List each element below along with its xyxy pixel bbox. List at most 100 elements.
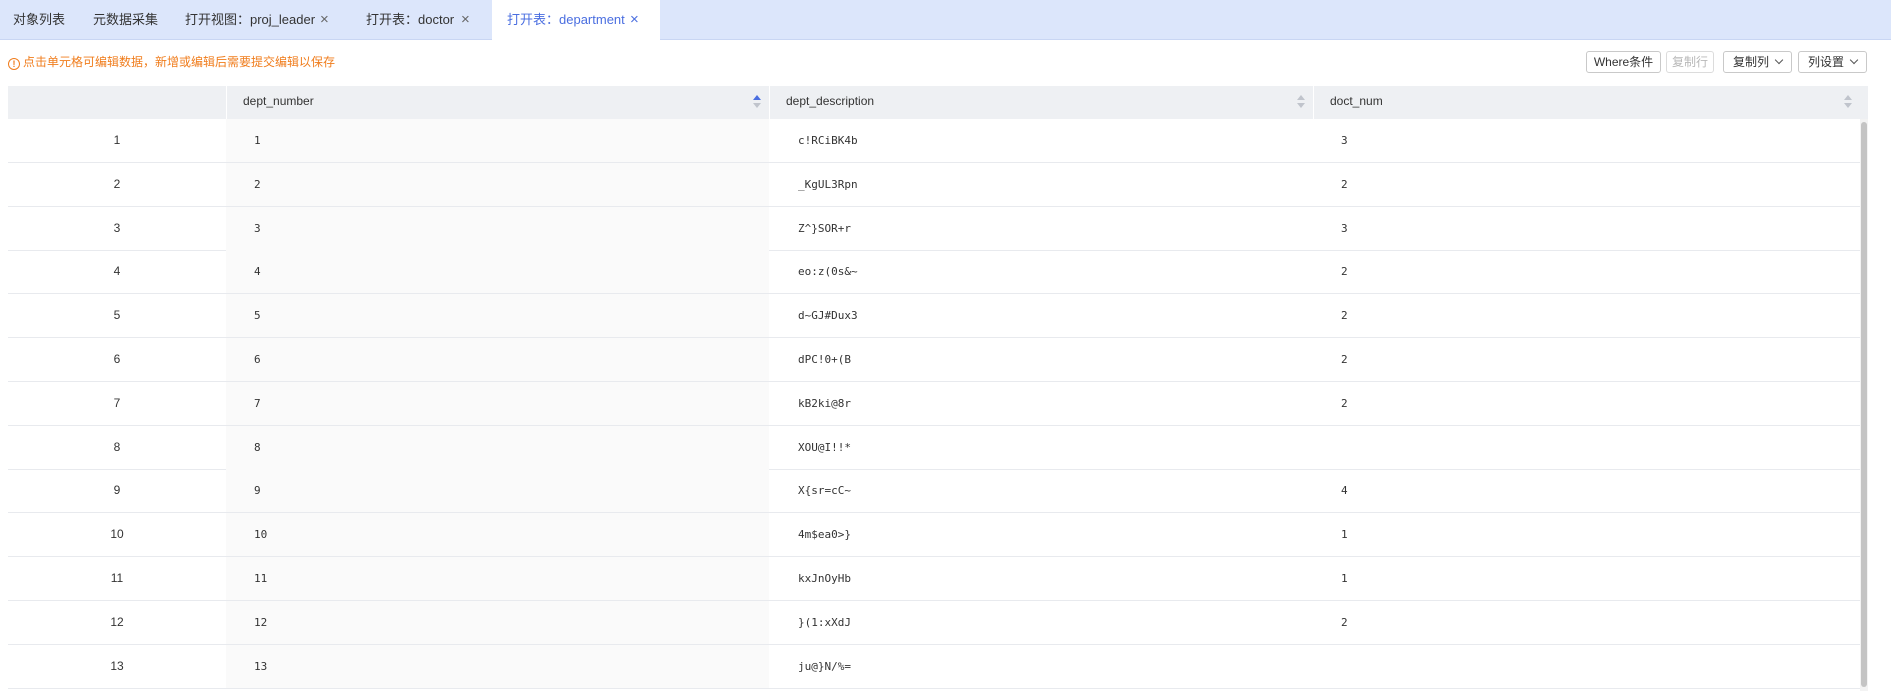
row-index: 12 (110, 614, 124, 629)
cell-dept-number[interactable]: 7 (226, 381, 769, 425)
row-index: 5 (113, 308, 121, 323)
table-row[interactable]: 10 10 4m$ea0>} 1 (8, 513, 1860, 558)
cell-dept-number[interactable]: 2 (226, 162, 769, 206)
cell-value: 3 (1341, 134, 1348, 147)
table-row[interactable]: 1 1 c!RCiBK4b 3 (8, 119, 1860, 163)
cell-value: 4 (1341, 484, 1348, 498)
column-header-doct-num[interactable]: doct_num (1313, 86, 1868, 119)
cell-dept-description[interactable]: c!RCiBK4b (769, 119, 1313, 162)
table-row[interactable]: 3 3 Z^}SOR+r 3 (8, 206, 1860, 251)
table-row[interactable]: 4 4 eo:z(0s&~ 2 (8, 250, 1860, 295)
cell-doct-num[interactable]: 2 (1313, 338, 1860, 381)
cell-dept-number[interactable]: 11 (226, 557, 769, 600)
cell-dept-number[interactable]: 3 (226, 206, 769, 250)
notice-text: 点击单元格可编辑数据，新增或编辑后需要提交编辑以保存 (23, 55, 336, 69)
table-row[interactable]: 9 9 X{sr=cC~ 4 (8, 469, 1860, 514)
close-icon[interactable]: × (320, 0, 329, 40)
column-header-label: doct_num (1330, 94, 1383, 108)
cell-doct-num[interactable]: 2 (1313, 601, 1860, 644)
table-row[interactable]: 5 5 d~GJ#Dux3 2 (8, 294, 1860, 339)
table-row[interactable]: 8 8 XOU@I!!* (8, 425, 1860, 470)
table-row[interactable]: 13 13 ju@}N/%= (8, 644, 1860, 689)
cell-doct-num[interactable]: 4 (1313, 469, 1860, 512)
where-condition-button[interactable]: Where条件 (1586, 51, 1661, 73)
cell-doct-num[interactable]: 1 (1313, 557, 1860, 600)
cell-dept-description[interactable]: dPC!0+(B (769, 338, 1313, 381)
sort-icon[interactable] (753, 95, 761, 109)
cell-value: eo:z(0s&~ (798, 265, 858, 279)
cell-dept-number[interactable]: 9 (226, 469, 769, 513)
cell-dept-number[interactable]: 13 (226, 644, 769, 688)
scrollbar-thumb[interactable] (1861, 122, 1867, 687)
cell-doct-num[interactable]: 2 (1313, 163, 1860, 206)
cell-dept-description[interactable]: d~GJ#Dux3 (769, 294, 1313, 337)
cell-value: 5 (254, 309, 261, 323)
column-header-dept-number[interactable]: dept_number (226, 86, 769, 119)
tab-view-proj-leader[interactable]: 打开视图：proj_leader × (172, 0, 344, 40)
cell-doct-num[interactable] (1313, 645, 1860, 688)
cell-value: 3 (1341, 221, 1348, 235)
copy-column-dropdown[interactable]: 复制列 (1723, 51, 1792, 73)
row-index: 1 (113, 133, 121, 147)
cell-dept-number[interactable]: 1 (226, 119, 769, 162)
tab-table-doctor[interactable]: 打开表：doctor × (353, 0, 488, 40)
close-icon[interactable]: × (630, 0, 639, 40)
table-row[interactable]: 6 6 dPC!0+(B 2 (8, 338, 1860, 382)
sort-icon[interactable] (1297, 95, 1305, 109)
row-index: 7 (113, 395, 121, 410)
cell-doct-num[interactable]: 2 (1313, 250, 1860, 293)
cell-dept-description[interactable]: }(1:xXdJ (769, 601, 1313, 644)
tab-label: 打开表：department (507, 12, 625, 27)
table-row[interactable]: 2 2 _KgUL3Rpn 2 (8, 162, 1860, 207)
cell-dept-description[interactable]: kxJnOyHb (769, 557, 1313, 600)
cell-doct-num[interactable]: 1 (1313, 513, 1860, 556)
cell-dept-description[interactable]: ju@}N/%= (769, 645, 1313, 688)
cell-value: 10 (254, 528, 268, 542)
cell-value: 2 (1341, 353, 1348, 366)
tab-metadata-collection[interactable]: 元数据采集 (80, 0, 180, 40)
cell-dept-number[interactable]: 5 (226, 294, 769, 338)
cell-doct-num[interactable] (1313, 426, 1860, 469)
cell-doct-num[interactable]: 3 (1313, 119, 1860, 162)
cell-value: 2 (1341, 309, 1348, 323)
cell-dept-number[interactable]: 4 (226, 250, 769, 294)
cell-dept-description[interactable]: kB2ki@8r (769, 382, 1313, 425)
tab-table-department[interactable]: 打开表：department × (492, 0, 660, 41)
cell-dept-number[interactable]: 10 (226, 513, 769, 557)
column-header-dept-description[interactable]: dept_description (769, 86, 1313, 119)
sort-icon[interactable] (1844, 95, 1852, 109)
table-header: dept_number dept_description doct_num (8, 86, 1868, 119)
cell-dept-description[interactable]: _KgUL3Rpn (769, 163, 1313, 206)
cell-dept-description[interactable]: X{sr=cC~ (769, 469, 1313, 512)
table-row[interactable]: 7 7 kB2ki@8r 2 (8, 381, 1860, 426)
cell-value: _KgUL3Rpn (798, 177, 858, 191)
row-index: 3 (113, 220, 121, 235)
copy-row-button[interactable]: 复制行 (1666, 51, 1714, 73)
cell-doct-num[interactable]: 3 (1313, 207, 1860, 250)
table-row[interactable]: 12 12 }(1:xXdJ 2 (8, 600, 1860, 645)
cell-dept-description[interactable]: eo:z(0s&~ (769, 250, 1313, 293)
cell-value: 1 (254, 134, 261, 147)
cell-value: }(1:xXdJ (798, 615, 851, 629)
cell-doct-num[interactable]: 2 (1313, 382, 1860, 425)
cell-value: d~GJ#Dux3 (798, 309, 858, 323)
table-row[interactable]: 11 11 kxJnOyHb 1 (8, 557, 1860, 601)
cell-dept-number[interactable]: 8 (226, 425, 769, 469)
cell-value: Z^}SOR+r (798, 221, 851, 235)
tab-bar: 对象列表 元数据采集 打开视图：proj_leader × 打开表：doctor… (0, 0, 1891, 41)
cell-doct-num[interactable]: 2 (1313, 294, 1860, 337)
column-settings-dropdown[interactable]: 列设置 (1798, 51, 1867, 73)
cell-dept-number[interactable]: 12 (226, 600, 769, 644)
cell-value: 7 (254, 396, 261, 410)
tab-label: 打开视图：proj_leader (185, 12, 316, 27)
cell-dept-description[interactable]: 4m$ea0>} (769, 513, 1313, 556)
cell-value: c!RCiBK4b (798, 134, 858, 147)
close-icon[interactable]: × (461, 0, 470, 40)
info-icon: ! (8, 58, 20, 70)
cell-dept-number[interactable]: 6 (226, 338, 769, 381)
row-index: 9 (113, 483, 121, 498)
cell-dept-description[interactable]: Z^}SOR+r (769, 207, 1313, 250)
tab-object-list[interactable]: 对象列表 (0, 0, 78, 40)
cell-value: 2 (1341, 615, 1348, 629)
cell-dept-description[interactable]: XOU@I!!* (769, 426, 1313, 469)
